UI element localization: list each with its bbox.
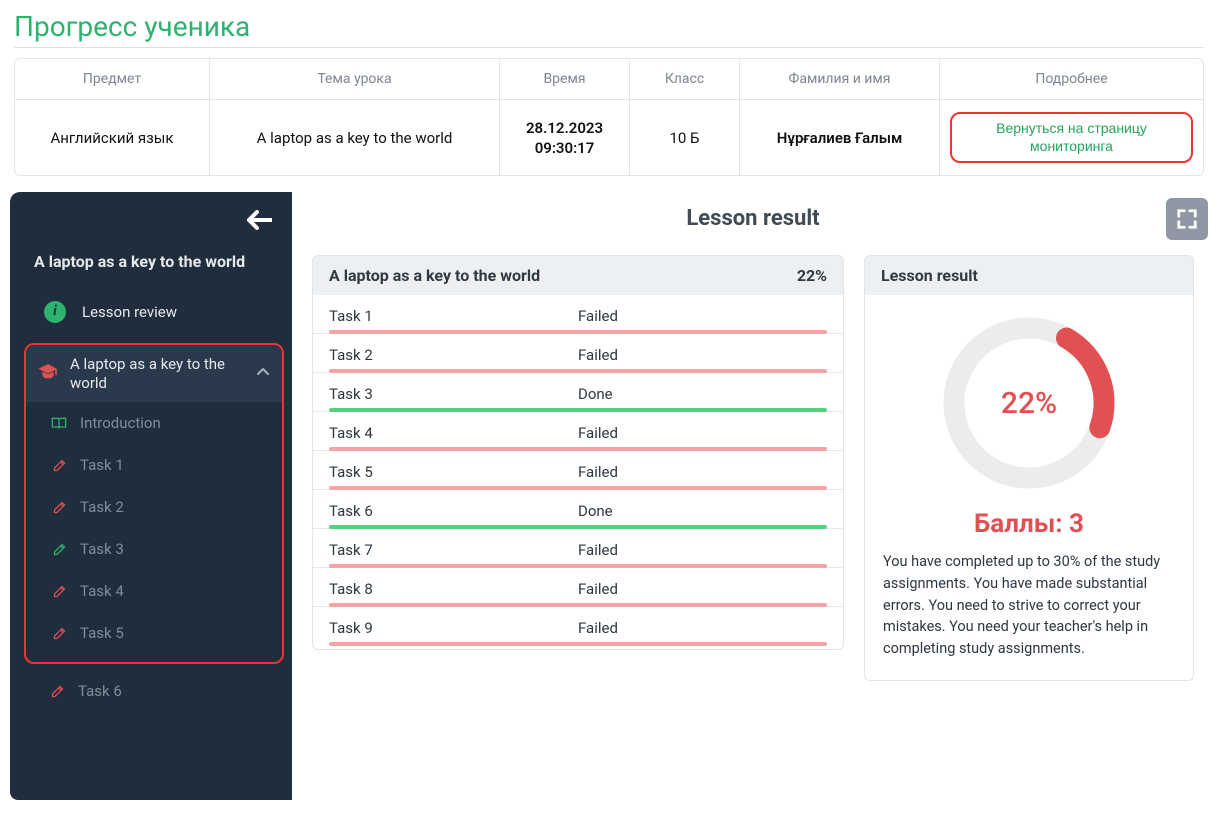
book-icon [50,416,68,430]
progress-ring-percent: 22% [939,313,1119,493]
lesson-review-label: Lesson review [82,303,177,321]
info-icon: i [44,301,66,323]
col-name: Фамилия и имя [740,59,940,100]
task-status: Failed [578,580,827,598]
edit-icon [50,500,68,515]
sidebar-item-label: Task 1 [80,456,124,474]
sidebar-item-task-2[interactable]: Task 2 [26,486,282,528]
sidebar-item-label: Introduction [80,414,161,432]
sidebar-item-label: Task 2 [80,498,124,516]
task-status: Failed [578,424,827,442]
summary-panel: Lesson result 22% Баллы: 3 You have [864,255,1194,681]
tasks-panel: A laptop as a key to the world 22% Task … [312,255,844,650]
col-time: Время [500,59,630,100]
sidebar-title: A laptop as a key to the world [10,252,292,291]
col-more: Подробнее [940,59,1203,100]
tasks-panel-header: A laptop as a key to the world 22% [313,256,843,295]
task-row: Task 1Failed [313,295,843,334]
task-status: Done [578,385,827,403]
val-more: Вернуться на страницу мониторинга [940,100,1203,175]
task-list: Task 1FailedTask 2FailedTask 3DoneTask 4… [313,295,843,649]
sidebar-item-task-6[interactable]: Task 6 [24,670,292,712]
val-subject: Английский язык [15,100,210,175]
val-topic: A laptop as a key to the world [210,100,500,175]
return-to-monitoring-button[interactable]: Вернуться на страницу мониторинга [950,112,1193,163]
edit-icon [50,542,68,557]
summary-text: You have completed up to 30% of the stud… [883,551,1175,660]
edit-icon [50,626,68,641]
sidebar-item-label: Task 3 [80,540,124,558]
task-status: Failed [578,619,827,637]
task-name: Task 5 [329,463,578,481]
summary-panel-header: Lesson result [865,256,1193,295]
sidebar-nav-extra: Task 6 [24,670,292,712]
content-heading: Lesson result [298,192,1208,255]
task-status: Done [578,502,827,520]
val-class: 10 Б [630,100,740,175]
sidebar-item-label: Task 6 [78,682,122,700]
task-name: Task 6 [329,502,578,520]
val-time: 28.12.2023 09:30:17 [500,100,630,175]
sidebar-nav-list: Introduction Task 1 Task 2 Task 3 Task 4 Task… [26,402,282,654]
sidebar-item-task-5[interactable]: Task 5 [26,612,282,654]
summary-panel-title: Lesson result [881,266,978,285]
sidebar-item-label: Task 4 [80,582,124,600]
sidebar-group-header[interactable]: A laptop as a key to the world [26,345,282,403]
task-row: Task 9Failed [313,607,843,645]
panels: A laptop as a key to the world 22% Task … [298,255,1208,681]
col-class: Класс [630,59,740,100]
col-subject: Предмет [15,59,210,100]
sidebar-item-task-1[interactable]: Task 1 [26,444,282,486]
task-row: Task 3Done [313,373,843,412]
summary-body: 22% Баллы: 3 You have completed up to 30… [865,295,1193,680]
sidebar-item-introduction[interactable]: Introduction [26,402,282,444]
tasks-panel-title: A laptop as a key to the world [329,266,540,285]
task-status: Failed [578,346,827,364]
progress-info-table: Предмет Тема урока Время Класс Фамилия и… [14,58,1204,176]
task-name: Task 3 [329,385,578,403]
sidebar: A laptop as a key to the world i Lesson … [10,192,292,800]
workspace: A laptop as a key to the world i Lesson … [10,192,1208,800]
sidebar-group: A laptop as a key to the world Introduct… [24,343,284,665]
task-progress-bar [329,642,827,646]
sidebar-item-lesson-review[interactable]: i Lesson review [10,291,292,343]
val-name: Нұрғалиев Ғалым [740,100,940,175]
task-name: Task 2 [329,346,578,364]
sidebar-item-task-4[interactable]: Task 4 [26,570,282,612]
task-row: Task 2Failed [313,334,843,373]
task-name: Task 9 [329,619,578,637]
chevron-up-icon [256,365,270,383]
task-name: Task 4 [329,424,578,442]
edit-icon [50,584,68,599]
content: Lesson result A laptop as a key to the w… [298,192,1208,800]
task-name: Task 1 [329,307,578,325]
task-status: Failed [578,541,827,559]
sidebar-item-label: Task 5 [80,624,124,642]
sidebar-group-title: A laptop as a key to the world [70,355,244,393]
task-name: Task 8 [329,580,578,598]
back-arrow-icon[interactable] [246,210,272,234]
sidebar-item-task-3[interactable]: Task 3 [26,528,282,570]
val-time-date: 28.12.2023 [526,119,603,137]
col-topic: Тема урока [210,59,500,100]
task-row: Task 5Failed [313,451,843,490]
page-title: Прогресс ученика [14,10,1204,48]
progress-ring: 22% [883,313,1175,493]
graduation-cap-icon [38,364,58,384]
fullscreen-button[interactable] [1166,198,1208,240]
edit-icon [50,458,68,473]
task-row: Task 4Failed [313,412,843,451]
sidebar-top [10,192,292,252]
val-time-clock: 09:30:17 [535,139,595,157]
task-status: Failed [578,463,827,481]
task-name: Task 7 [329,541,578,559]
task-row: Task 8Failed [313,568,843,607]
task-row: Task 6Done [313,490,843,529]
score-label: Баллы: 3 [883,509,1175,539]
task-status: Failed [578,307,827,325]
tasks-panel-percent: 22% [797,266,827,285]
edit-icon [48,684,66,699]
task-row: Task 7Failed [313,529,843,568]
